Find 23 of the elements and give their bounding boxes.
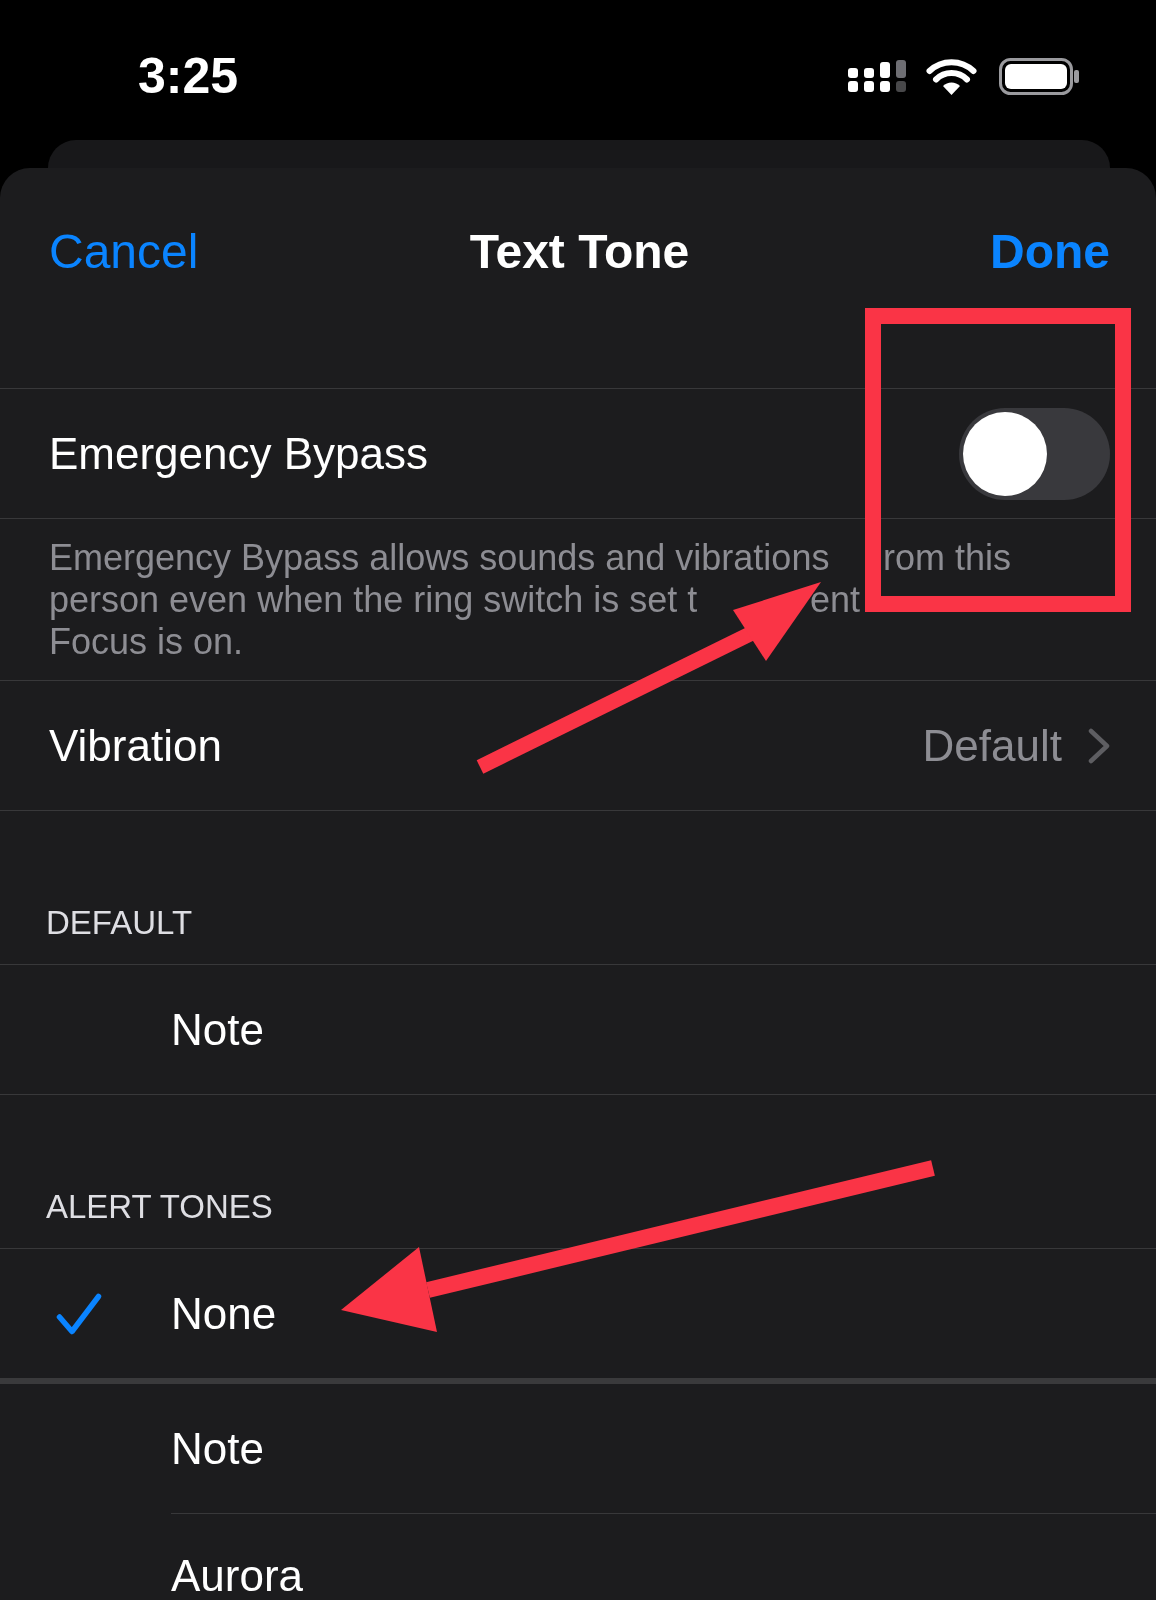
tone-row[interactable]: Aurora (0, 1514, 1156, 1600)
wifi-icon (926, 57, 977, 95)
footnote-text: ent (810, 579, 861, 621)
section-header: DEFAULT (46, 904, 193, 942)
tone-row[interactable]: Note (0, 1384, 1156, 1513)
row-label: Vibration (49, 720, 222, 771)
cancel-button[interactable]: Cancel (49, 224, 199, 280)
footnote-text: person even when the ring switch is set t (49, 579, 698, 621)
status-time: 3:25 (138, 50, 239, 102)
footnote-text: Emergency Bypass allows sounds and vibrations (49, 537, 830, 579)
checkmark-icon (56, 1292, 102, 1335)
battery-icon (999, 57, 1080, 95)
sheet-title: Text Tone (469, 224, 690, 280)
chevron-icon (1088, 727, 1110, 764)
row-value[interactable]: Default (922, 720, 1062, 771)
tone-row[interactable]: Note (0, 965, 1156, 1094)
tone-row[interactable]: None (0, 1249, 1156, 1378)
done-button[interactable]: Done (990, 224, 1110, 280)
signal-icon (848, 60, 906, 92)
footnote-text: rom this (883, 537, 1012, 579)
row-label: Emergency Bypass (49, 428, 429, 479)
footnote-text: Focus is on. (49, 621, 244, 663)
section-header: ALERT TONES (46, 1188, 273, 1226)
